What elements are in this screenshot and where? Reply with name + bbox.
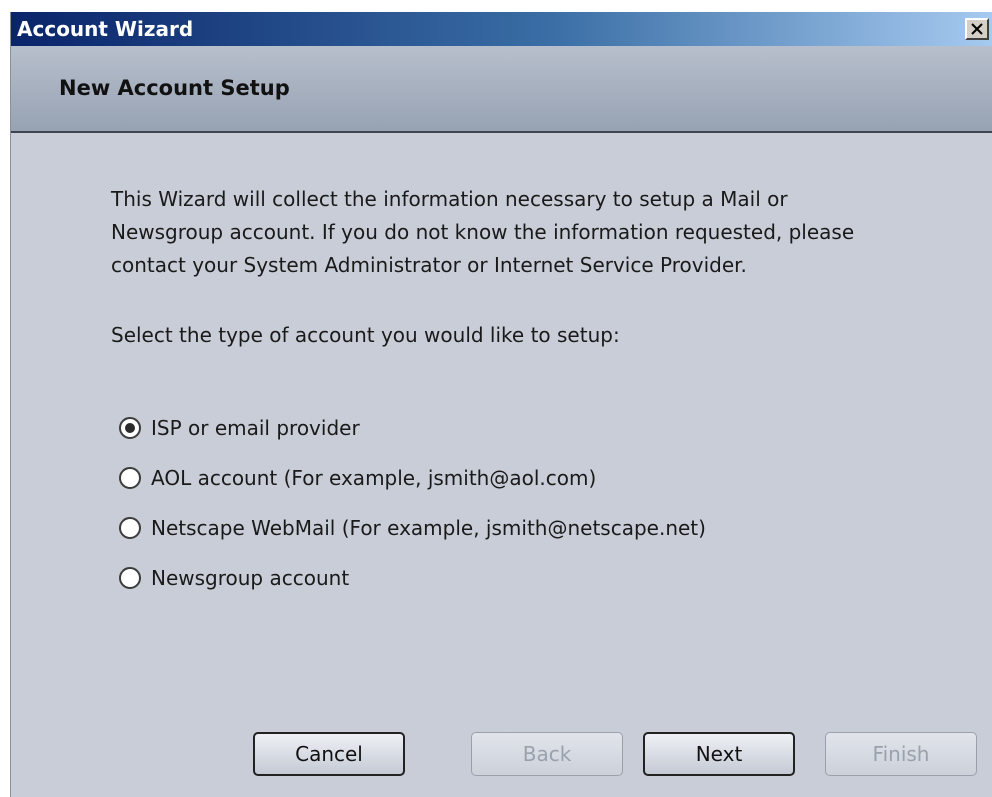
finish-button[interactable]: Finish bbox=[825, 732, 977, 776]
cancel-button[interactable]: Cancel bbox=[253, 732, 405, 776]
option-netscape-webmail-label: Netscape WebMail (For example, jsmith@ne… bbox=[151, 516, 706, 540]
radio-unselected-icon[interactable] bbox=[119, 567, 141, 589]
close-icon bbox=[971, 23, 983, 35]
option-isp-label: ISP or email provider bbox=[151, 416, 360, 440]
radio-selected-icon[interactable] bbox=[119, 417, 141, 439]
window-title: Account Wizard bbox=[17, 17, 194, 41]
account-wizard-window: Account Wizard New Account Setup This Wi… bbox=[10, 12, 992, 797]
wizard-content: This Wizard will collect the information… bbox=[11, 133, 992, 797]
option-aol-label: AOL account (For example, jsmith@aol.com… bbox=[151, 466, 597, 490]
radio-unselected-icon[interactable] bbox=[119, 517, 141, 539]
option-newsgroup-label: Newsgroup account bbox=[151, 566, 350, 590]
option-aol[interactable]: AOL account (For example, jsmith@aol.com… bbox=[119, 463, 596, 493]
next-button[interactable]: Next bbox=[643, 732, 795, 776]
wizard-header: New Account Setup bbox=[11, 46, 992, 133]
account-type-prompt: Select the type of account you would lik… bbox=[111, 323, 620, 347]
back-button[interactable]: Back bbox=[471, 732, 623, 776]
intro-text: This Wizard will collect the information… bbox=[111, 187, 855, 277]
radio-unselected-icon[interactable] bbox=[119, 467, 141, 489]
page-title: New Account Setup bbox=[59, 76, 290, 100]
option-netscape-webmail[interactable]: Netscape WebMail (For example, jsmith@ne… bbox=[119, 513, 706, 543]
option-isp[interactable]: ISP or email provider bbox=[119, 413, 360, 443]
close-button[interactable] bbox=[965, 18, 989, 40]
option-newsgroup[interactable]: Newsgroup account bbox=[119, 563, 349, 593]
title-bar[interactable]: Account Wizard bbox=[11, 12, 992, 46]
